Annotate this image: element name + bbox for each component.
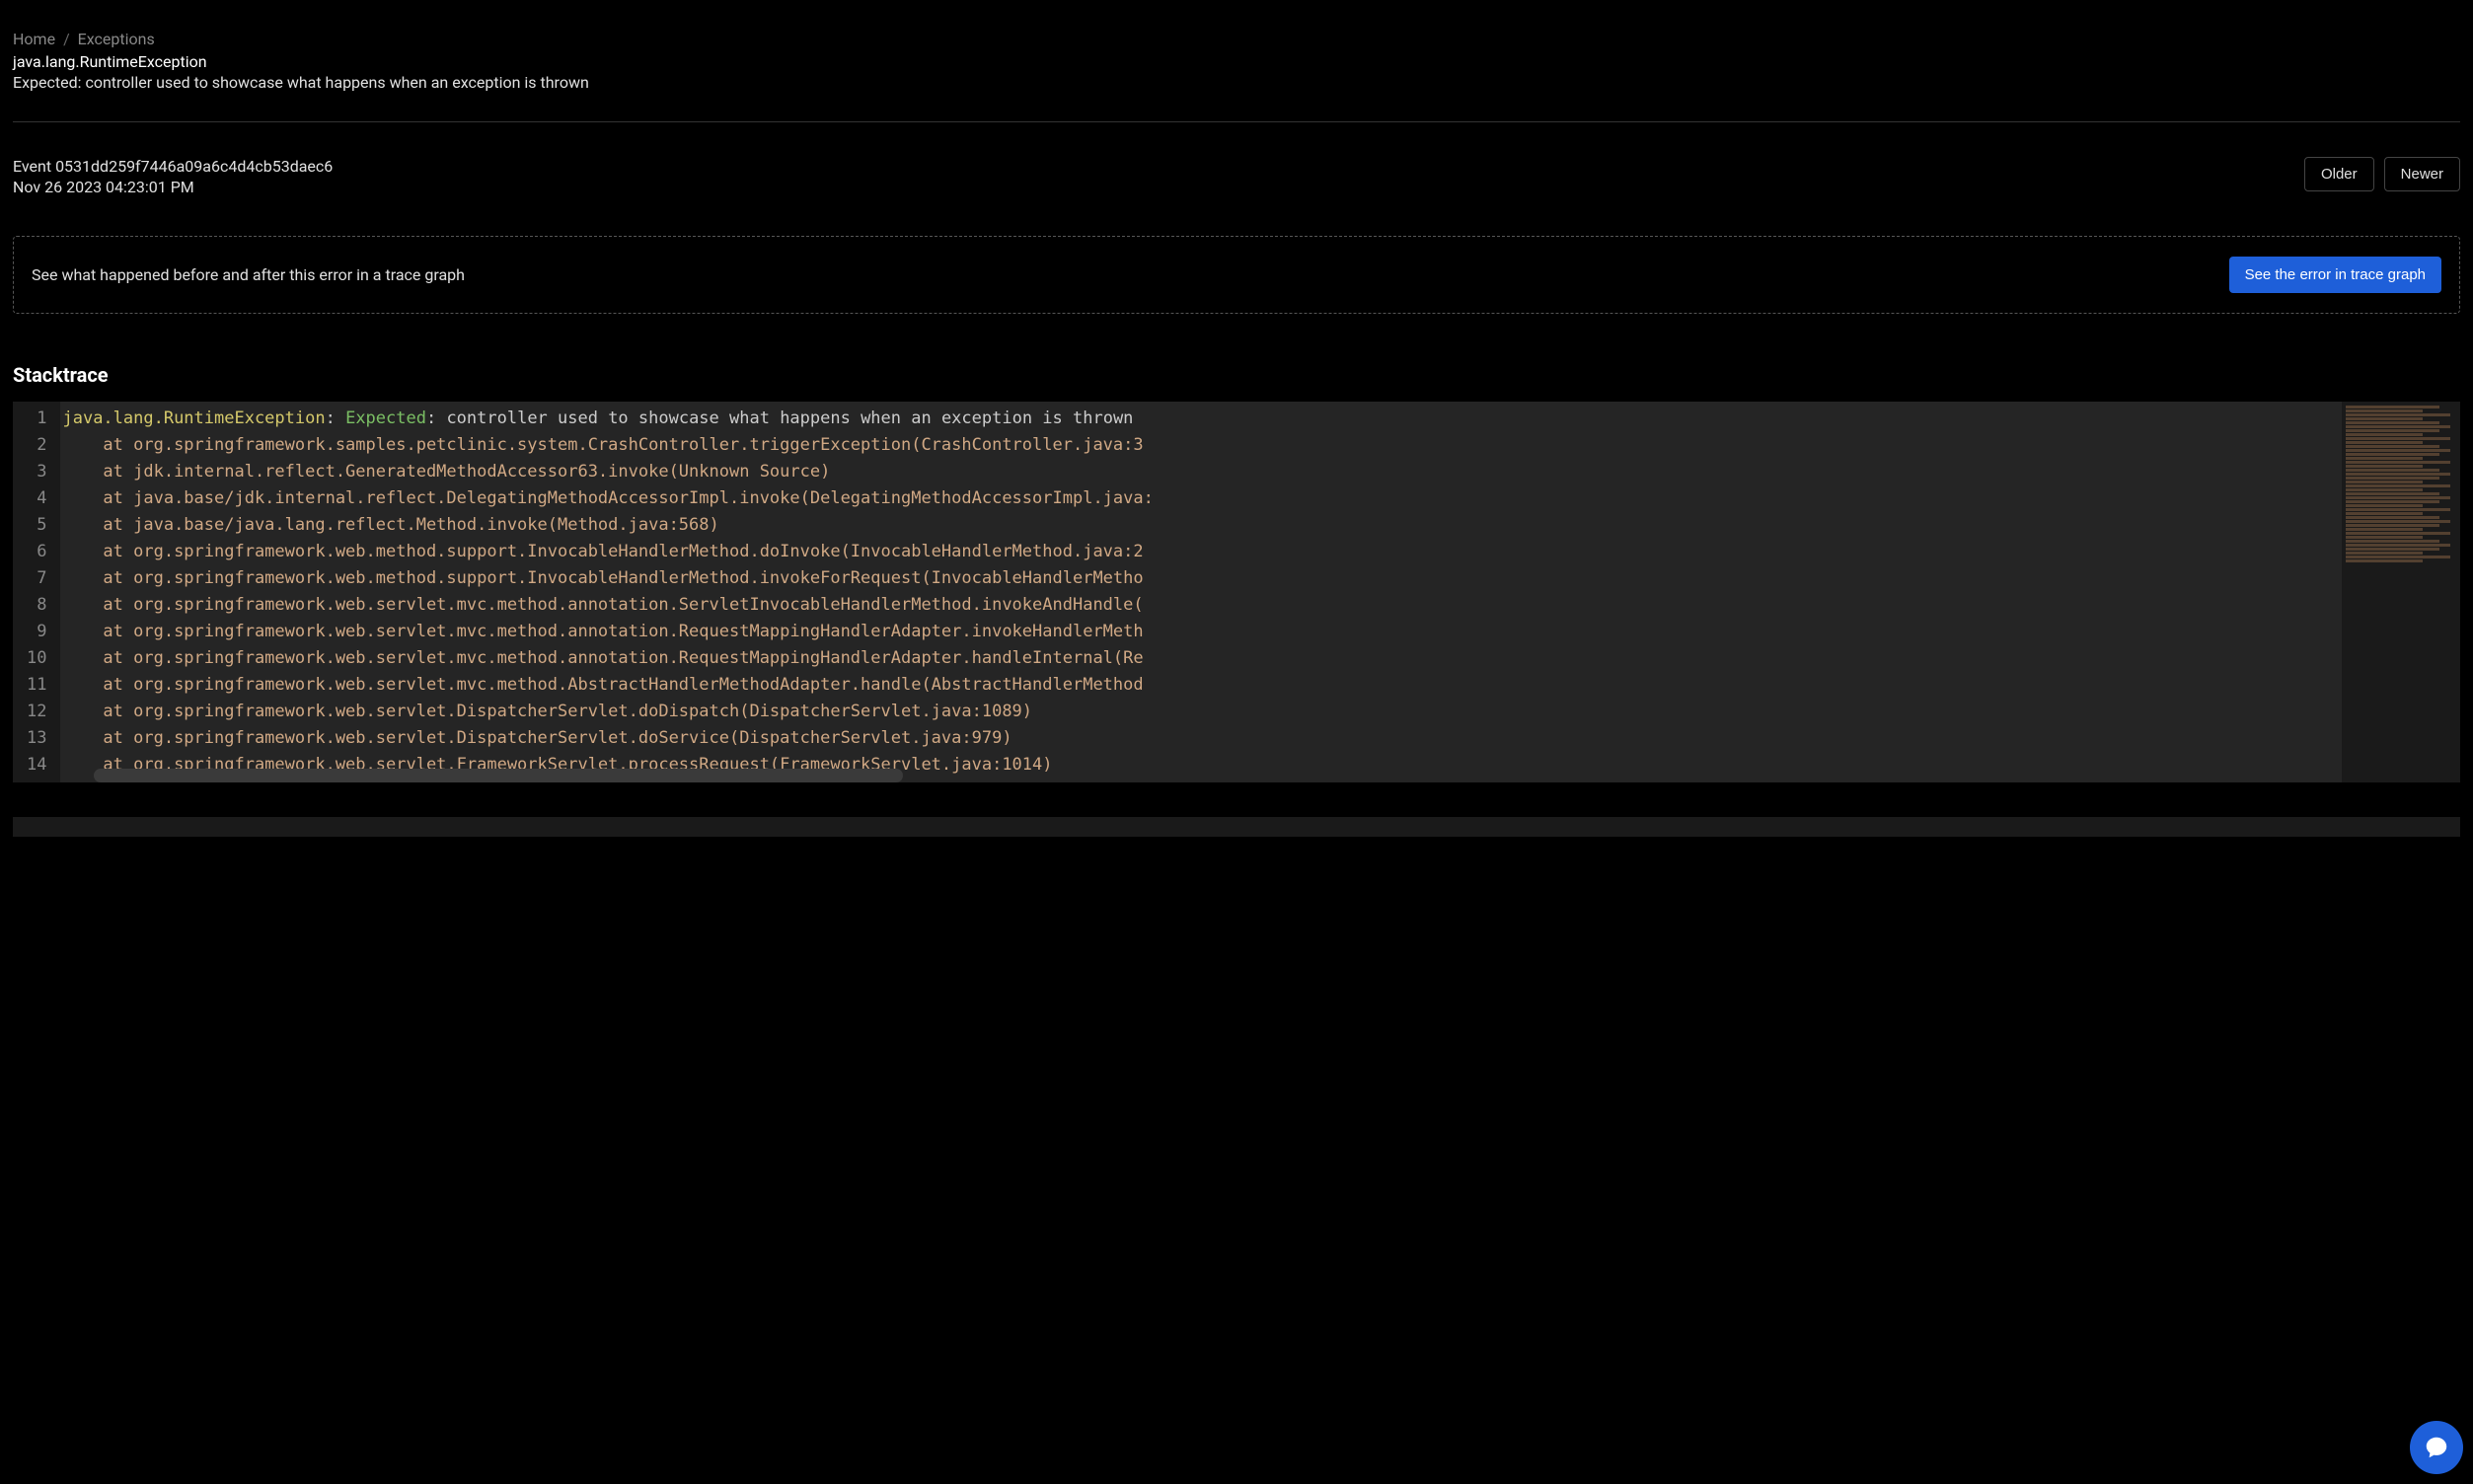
minimap[interactable] xyxy=(2342,402,2460,782)
code-line: at org.springframework.web.servlet.Dispa… xyxy=(60,699,2342,725)
code-line: at java.base/jdk.internal.reflect.Delega… xyxy=(60,485,2342,512)
exception-class: java.lang.RuntimeException xyxy=(13,52,2460,71)
newer-button[interactable]: Newer xyxy=(2384,157,2460,191)
event-row: Event 0531dd259f7446a09a6c4d4cb53daec6 N… xyxy=(13,157,2460,196)
code-line: at org.springframework.web.servlet.Dispa… xyxy=(60,725,2342,752)
code-line: at org.springframework.web.servlet.mvc.m… xyxy=(60,645,2342,672)
code-line: at java.base/java.lang.reflect.Method.in… xyxy=(60,512,2342,539)
breadcrumb-separator: / xyxy=(63,30,70,48)
gutter-line-number: 10 xyxy=(27,645,46,672)
code-line: at org.springframework.web.method.suppor… xyxy=(60,539,2342,565)
trace-banner-text: See what happened before and after this … xyxy=(32,265,465,284)
event-timestamp: Nov 26 2023 04:23:01 PM xyxy=(13,178,333,196)
code-line: at org.springframework.web.servlet.mvc.m… xyxy=(60,592,2342,619)
chat-icon xyxy=(2424,1435,2449,1460)
breadcrumb-home-link[interactable]: Home xyxy=(13,30,55,48)
nav-buttons: Older Newer xyxy=(2304,157,2460,191)
code-line: at org.springframework.web.servlet.mvc.m… xyxy=(60,619,2342,645)
gutter-line-number: 11 xyxy=(27,672,46,699)
stacktrace-heading: Stacktrace xyxy=(13,363,2460,387)
gutter-line-number: 13 xyxy=(27,725,46,752)
horizontal-scrollbar[interactable] xyxy=(94,769,903,782)
gutter-line-number: 5 xyxy=(27,512,46,539)
chat-launcher-button[interactable] xyxy=(2410,1421,2463,1474)
divider xyxy=(13,121,2460,122)
gutter-line-number: 14 xyxy=(27,752,46,779)
event-id: Event 0531dd259f7446a09a6c4d4cb53daec6 xyxy=(13,157,333,176)
event-info: Event 0531dd259f7446a09a6c4d4cb53daec6 N… xyxy=(13,157,333,196)
code-editor[interactable]: 1234567891011121314 java.lang.RuntimeExc… xyxy=(13,402,2460,782)
code-line: at jdk.internal.reflect.GeneratedMethodA… xyxy=(60,459,2342,485)
gutter-line-number: 2 xyxy=(27,432,46,459)
code-area[interactable]: java.lang.RuntimeException: Expected: co… xyxy=(60,402,2342,782)
exception-message: Expected: controller used to showcase wh… xyxy=(13,73,2460,92)
breadcrumb: Home / Exceptions xyxy=(13,30,2460,48)
gutter-line-number: 12 xyxy=(27,699,46,725)
gutter-line-number: 1 xyxy=(27,406,46,432)
line-gutter: 1234567891011121314 xyxy=(13,402,60,782)
code-line: at org.springframework.samples.petclinic… xyxy=(60,432,2342,459)
gutter-line-number: 9 xyxy=(27,619,46,645)
bottom-panel xyxy=(13,817,2460,837)
gutter-line-number: 6 xyxy=(27,539,46,565)
trace-graph-button[interactable]: See the error in trace graph xyxy=(2229,257,2441,293)
older-button[interactable]: Older xyxy=(2304,157,2374,191)
trace-banner: See what happened before and after this … xyxy=(13,236,2460,314)
code-line: at org.springframework.web.servlet.mvc.m… xyxy=(60,672,2342,699)
gutter-line-number: 3 xyxy=(27,459,46,485)
code-line: java.lang.RuntimeException: Expected: co… xyxy=(60,406,2342,432)
gutter-line-number: 8 xyxy=(27,592,46,619)
code-line: at org.springframework.web.method.suppor… xyxy=(60,565,2342,592)
breadcrumb-exceptions-link[interactable]: Exceptions xyxy=(78,30,155,48)
gutter-line-number: 7 xyxy=(27,565,46,592)
gutter-line-number: 4 xyxy=(27,485,46,512)
